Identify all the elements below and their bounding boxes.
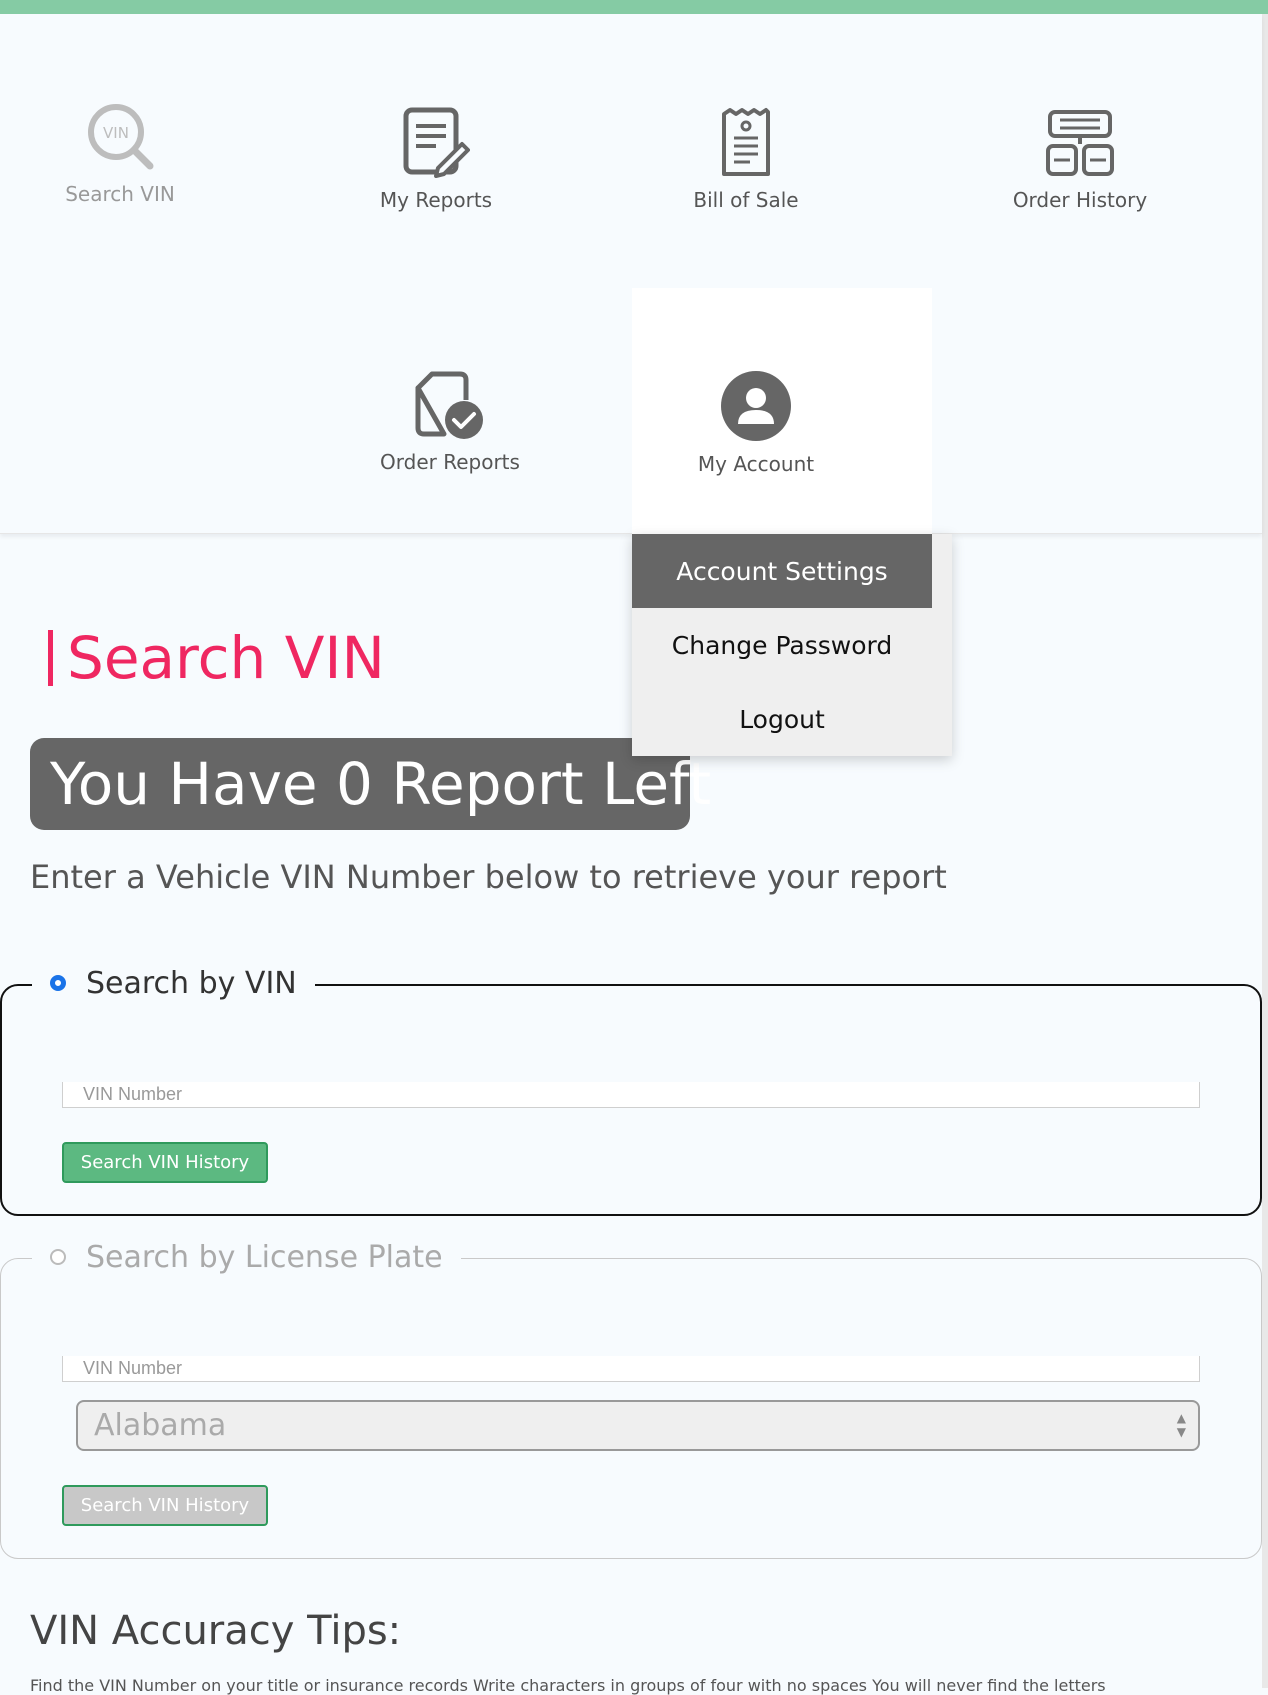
document-check-icon xyxy=(414,370,486,440)
menu-item-change-password[interactable]: Change Password xyxy=(632,608,932,682)
nav-item-my-reports[interactable]: My Reports xyxy=(366,106,506,212)
order-history-icon xyxy=(1044,108,1116,178)
title-accent-bar xyxy=(48,630,53,686)
search-by-plate-legend[interactable]: Search by License Plate xyxy=(32,1237,461,1277)
receipt-icon xyxy=(720,106,772,178)
nav-label-my-reports: My Reports xyxy=(379,188,493,212)
nav-label-order-reports: Order Reports xyxy=(380,450,520,474)
top-accent-bar xyxy=(0,0,1268,14)
instructions-text: Enter a Vehicle VIN Number below to retr… xyxy=(30,858,947,896)
page-title: Search VIN xyxy=(48,624,385,692)
account-dropdown-menu: Account Settings Change Password Logout xyxy=(632,534,952,756)
nav-item-search-vin[interactable]: VIN Search VIN xyxy=(50,100,190,206)
state-select-value: Alabama xyxy=(94,1408,227,1443)
select-arrows-icon: ▲ ▼ xyxy=(1176,1411,1186,1439)
search-vin-icon: VIN xyxy=(84,100,156,172)
state-select[interactable]: Alabama ▲ ▼ xyxy=(76,1400,1200,1451)
search-by-plate-label: Search by License Plate xyxy=(86,1239,443,1275)
vin-number-input[interactable] xyxy=(62,1082,1200,1108)
nav-label-bill-of-sale: Bill of Sale xyxy=(693,188,799,212)
page-scroll-edge xyxy=(1262,14,1268,1688)
nav-label-search-vin: Search VIN xyxy=(65,182,175,206)
page-title-text: Search VIN xyxy=(67,624,385,692)
search-by-vin-radio[interactable] xyxy=(50,975,66,991)
tips-text: Find the VIN Number on your title or ins… xyxy=(30,1676,1106,1695)
search-vin-icon-text: VIN xyxy=(103,124,129,142)
search-vin-history-button[interactable]: Search VIN History xyxy=(62,1142,268,1183)
nav-item-my-account[interactable]: My Account xyxy=(686,370,826,476)
nav-label-my-account: My Account xyxy=(697,452,815,476)
menu-item-account-settings[interactable]: Account Settings xyxy=(632,534,932,608)
plate-vin-number-input[interactable] xyxy=(62,1356,1200,1382)
tips-heading: VIN Accuracy Tips: xyxy=(30,1608,402,1654)
nav-item-order-reports[interactable]: Order Reports xyxy=(380,370,520,474)
plate-search-vin-history-button[interactable]: Search VIN History xyxy=(62,1485,268,1526)
nav-item-order-history[interactable]: Order History xyxy=(1000,108,1160,212)
menu-item-logout[interactable]: Logout xyxy=(632,682,932,756)
nav-panel: VIN Search VIN My Reports Bill of Sale O… xyxy=(0,14,1262,548)
search-by-vin-label: Search by VIN xyxy=(86,965,297,1001)
nav-item-bill-of-sale[interactable]: Bill of Sale xyxy=(676,106,816,212)
reports-left-banner: You Have 0 Report Left xyxy=(30,738,711,830)
nav-label-order-history: Order History xyxy=(1012,188,1148,212)
user-circle-icon xyxy=(720,370,792,442)
report-edit-icon xyxy=(402,106,470,178)
search-by-vin-legend[interactable]: Search by VIN xyxy=(32,963,315,1003)
search-by-plate-radio[interactable] xyxy=(50,1249,66,1265)
